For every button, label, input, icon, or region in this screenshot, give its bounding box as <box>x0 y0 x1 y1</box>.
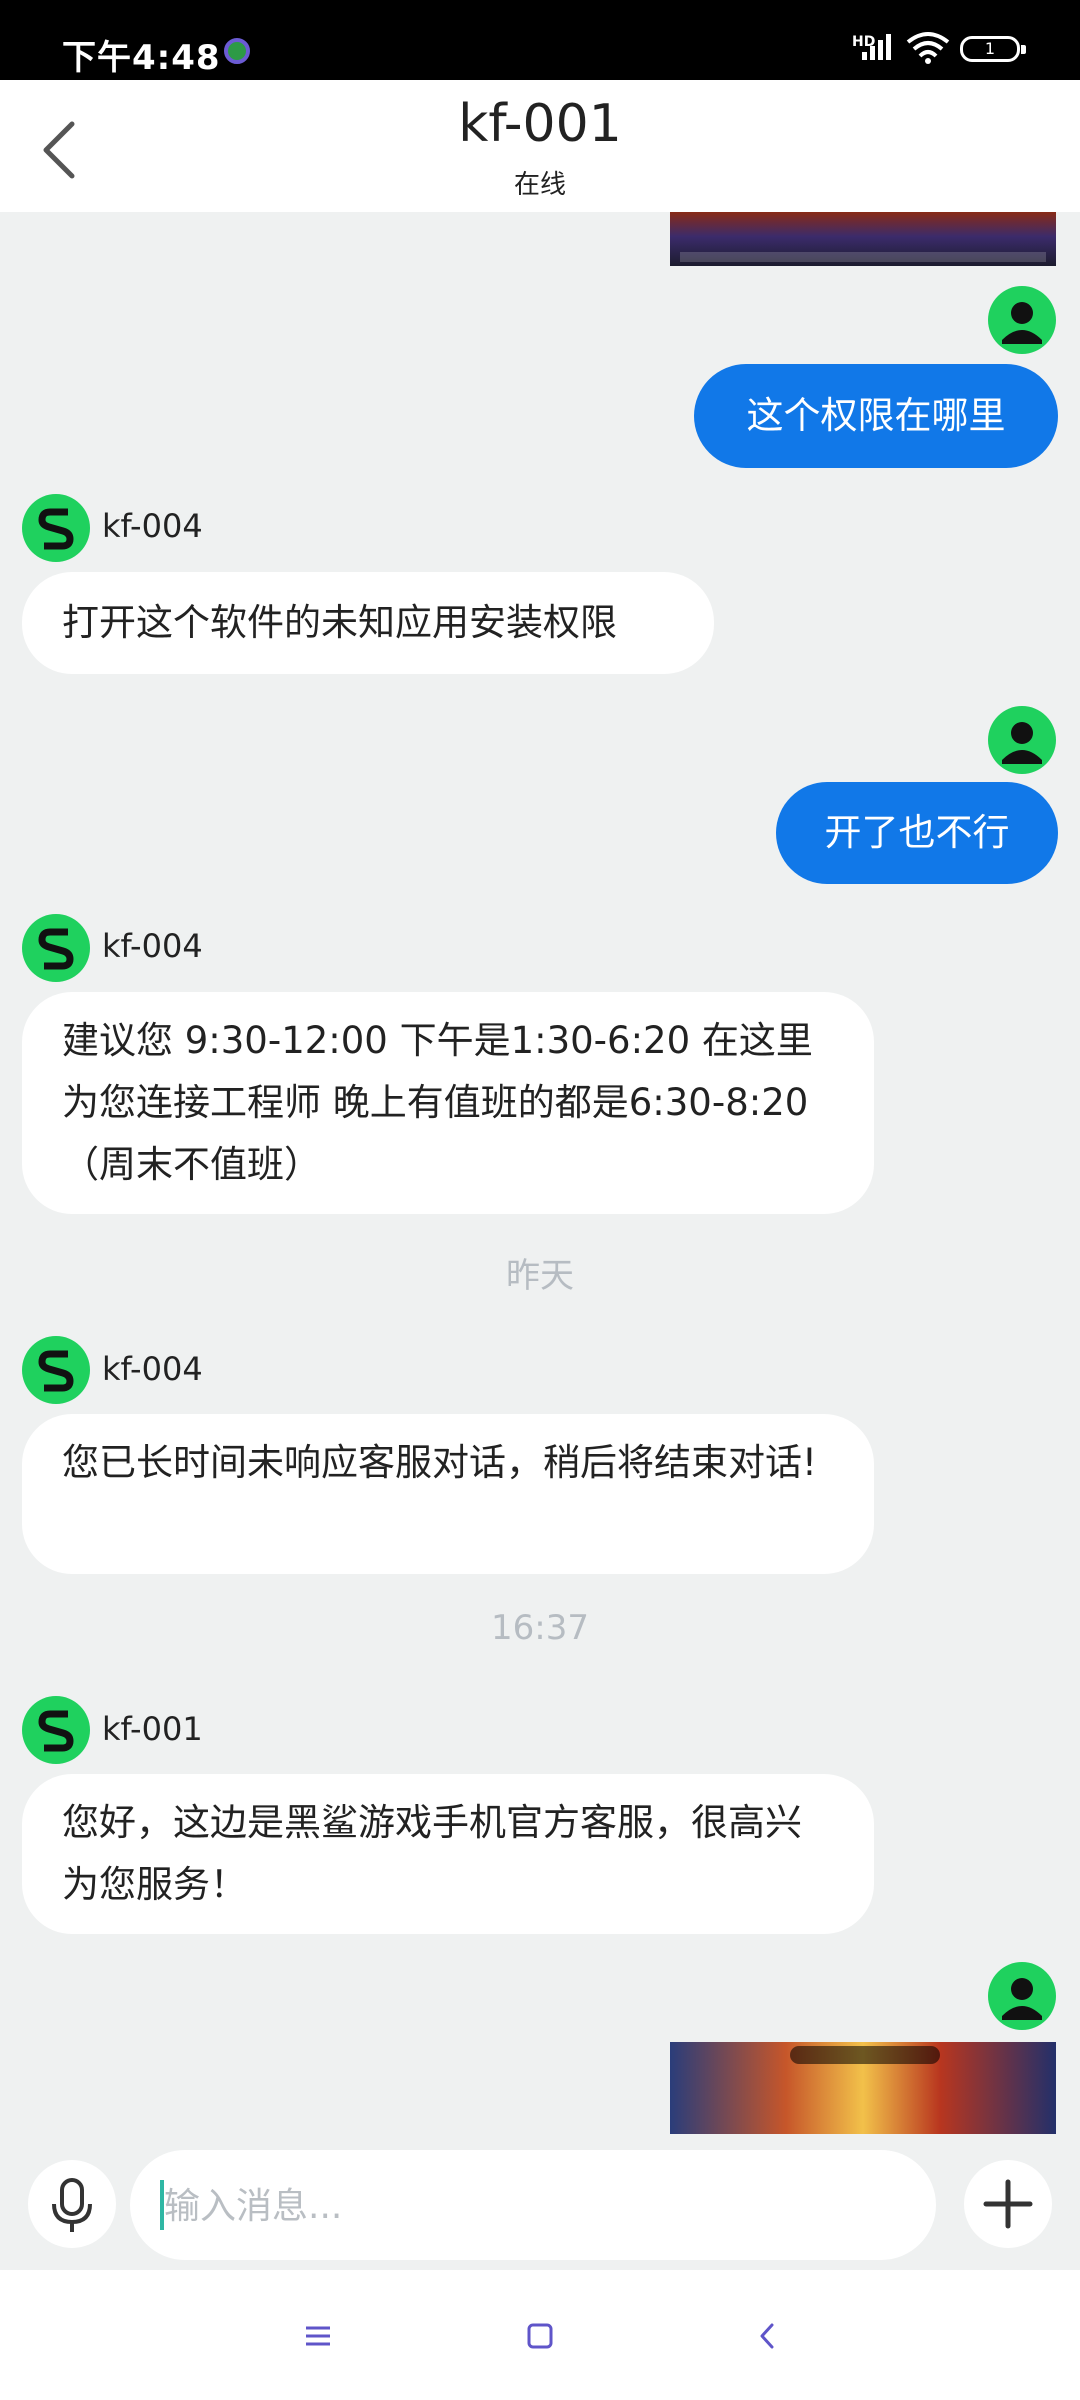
sender-name: kf-004 <box>102 927 203 965</box>
microphone-icon <box>52 2178 92 2232</box>
input-bar <box>0 2142 1080 2270</box>
sender-name: kf-004 <box>102 1350 203 1388</box>
online-status: 在线 <box>513 170 566 200</box>
blackshark-logo-icon <box>38 928 74 970</box>
person-icon <box>1002 722 1042 764</box>
timestamp-divider: 昨天 <box>506 1256 574 1296</box>
agent-avatar[interactable] <box>22 914 90 982</box>
chat-screen: 下午4:48 HD 1 kf-001 在线 这个权限在哪里 kf-004 打开这… <box>0 0 1080 2400</box>
sent-image-thumbnail[interactable] <box>670 212 1056 266</box>
agent-avatar[interactable] <box>22 494 90 562</box>
person-icon <box>1002 1978 1042 2020</box>
page-title: kf-001 <box>458 94 622 154</box>
agent-message-bubble[interactable]: 打开这个软件的未知应用安装权限 <box>22 572 714 674</box>
user-avatar[interactable] <box>988 1962 1056 2030</box>
blackshark-logo-icon <box>38 1350 74 1392</box>
agent-message-bubble[interactable]: 您已长时间未响应客服对话，稍后将结束对话! <box>22 1414 874 1574</box>
message-list[interactable]: 这个权限在哪里 kf-004 打开这个软件的未知应用安装权限 开了也不行 kf-… <box>0 212 1080 2142</box>
voice-button[interactable] <box>28 2160 116 2248</box>
person-icon <box>1002 302 1042 344</box>
agent-avatar[interactable] <box>22 1336 90 1404</box>
user-message-bubble[interactable]: 开了也不行 <box>776 782 1058 884</box>
more-options-button[interactable] <box>964 2160 1052 2248</box>
blackshark-logo-icon <box>38 1710 74 1752</box>
notification-app-icon <box>224 38 250 64</box>
agent-message-bubble[interactable]: 建议您 9:30-12:00 下午是1:30-6:20 在这里为您连接工程师 晚… <box>22 992 874 1214</box>
user-avatar[interactable] <box>988 286 1056 354</box>
user-message-bubble[interactable]: 这个权限在哪里 <box>694 364 1058 468</box>
chat-header: kf-001 在线 <box>0 80 1080 212</box>
timestamp-divider: 16:37 <box>491 1608 589 1648</box>
menu-icon[interactable] <box>294 2312 342 2360</box>
signal-icon <box>862 34 891 60</box>
back-nav-icon[interactable] <box>744 2312 792 2360</box>
agent-message-bubble[interactable]: 您好，这边是黑鲨游戏手机官方客服，很高兴为您服务！ <box>22 1774 874 1934</box>
sender-name: kf-001 <box>102 1710 203 1748</box>
plus-icon <box>983 2179 1033 2229</box>
battery-icon: 1 <box>960 36 1026 62</box>
sent-image-thumbnail[interactable] <box>670 2042 1056 2134</box>
wifi-icon <box>906 32 950 64</box>
home-icon[interactable] <box>516 2312 564 2360</box>
status-time: 下午4:48 <box>62 38 221 78</box>
message-input[interactable] <box>164 2178 824 2234</box>
sender-name: kf-004 <box>102 507 203 545</box>
blackshark-logo-icon <box>38 508 74 550</box>
agent-avatar[interactable] <box>22 1696 90 1764</box>
message-input-container[interactable] <box>130 2150 1038 2260</box>
user-avatar[interactable] <box>988 706 1056 774</box>
status-bar: 下午4:48 HD 1 <box>0 0 1080 80</box>
system-nav-bar <box>0 2270 1080 2400</box>
